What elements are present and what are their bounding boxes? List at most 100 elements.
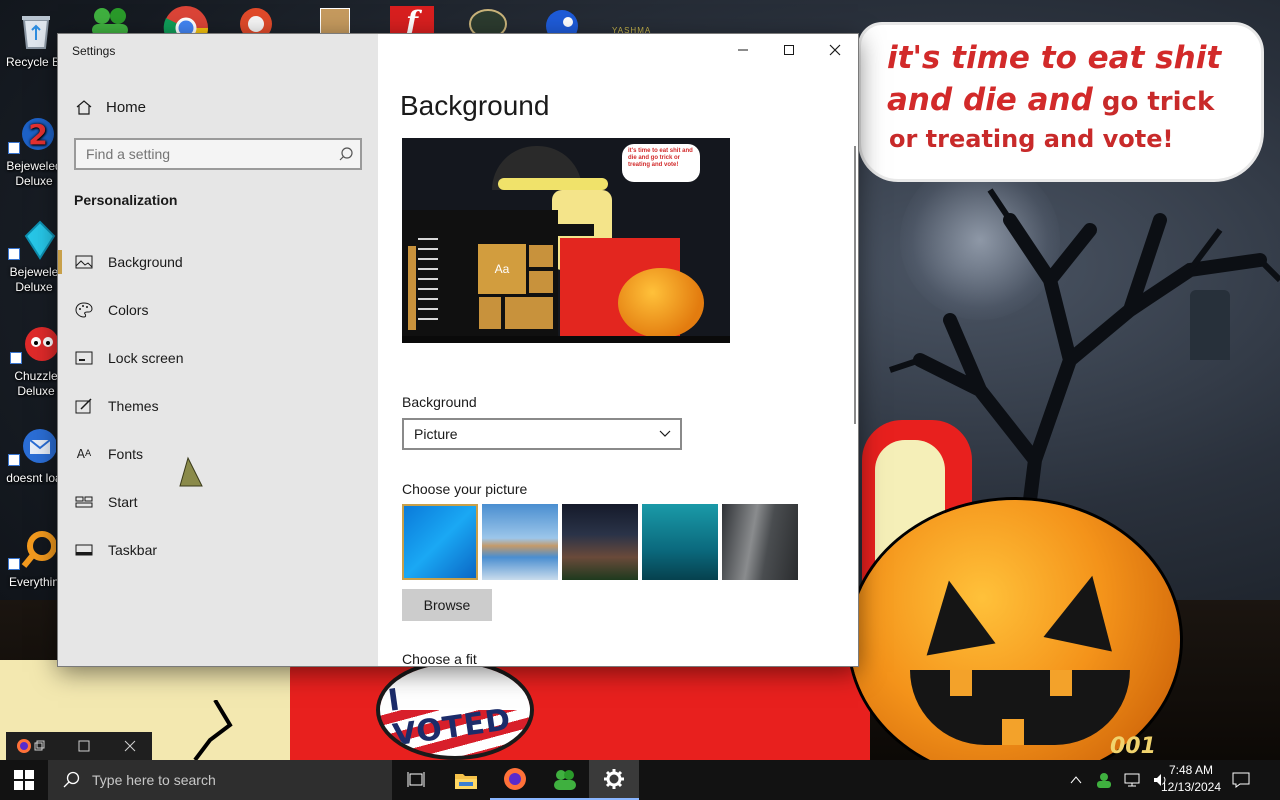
picture-thumb-night-sky[interactable] [562, 504, 638, 580]
windows-logo-icon [14, 770, 34, 790]
lock-screen-icon [74, 348, 94, 368]
close-icon[interactable] [124, 740, 136, 752]
picture-icon [74, 252, 94, 272]
content-scrollbar[interactable] [854, 146, 856, 424]
search-icon [339, 147, 353, 161]
flash-player-icon[interactable]: f [390, 6, 434, 38]
mini-window-bar[interactable] [6, 732, 152, 760]
choose-fit-label: Choose a fit [402, 651, 477, 666]
background-type-dropdown[interactable]: Picture [402, 418, 682, 450]
app-shortcut-icon[interactable] [320, 8, 350, 36]
ornate-app-icon[interactable] [466, 4, 510, 36]
vivaldi-icon[interactable] [238, 6, 274, 36]
picture-thumb-beach[interactable] [482, 504, 558, 580]
home-link[interactable]: Home [74, 96, 146, 118]
file-explorer-icon [455, 774, 477, 789]
task-view-button[interactable] [392, 760, 442, 800]
choose-picture-label: Choose your picture [402, 481, 528, 497]
svg-text:2: 2 [28, 118, 47, 151]
themes-brush-icon [74, 396, 94, 416]
preview-taskbar [402, 336, 730, 343]
firefox-icon [504, 768, 526, 790]
taskbar: Type here to search [0, 760, 1280, 800]
file-explorer-button[interactable] [441, 760, 491, 800]
settings-gear-icon [604, 769, 624, 789]
chevron-up-icon[interactable] [1070, 775, 1082, 785]
speech-line-2b: go trick [1092, 87, 1215, 117]
home-label: Home [106, 98, 147, 116]
nav-item-themes[interactable]: Themes [58, 382, 378, 430]
mouse-cursor-icon [179, 456, 203, 487]
taskbar-search-placeholder: Type here to search [92, 772, 216, 788]
settings-window: Settings Home Personalization Background… [58, 34, 858, 666]
preview-tiles: Aa [478, 244, 554, 330]
find-setting-search-box[interactable] [74, 138, 362, 170]
sonic-icon[interactable] [540, 4, 588, 36]
action-center-icon [1232, 772, 1250, 788]
nav-item-label: Colors [108, 302, 149, 318]
chevron-down-icon [659, 430, 671, 437]
speech-line-2: and die and go trick [887, 79, 1241, 123]
wallpaper-scribble [193, 700, 233, 760]
people-app-icon [554, 770, 576, 790]
start-button[interactable] [0, 760, 48, 800]
maximize-icon[interactable] [78, 740, 90, 752]
clock-date: 12/13/2024 [1160, 780, 1222, 794]
shortcut-arrow-icon [8, 558, 20, 570]
i-voted-badge: I VOTED [376, 660, 534, 760]
nav-item-background[interactable]: Background [58, 238, 378, 286]
browse-button[interactable]: Browse [402, 589, 492, 621]
task-view-icon [407, 772, 425, 787]
desktop-top-icon-row: f YASHMA [0, 0, 1280, 38]
chrome-icon[interactable] [162, 4, 210, 36]
nav-item-label: Start [108, 494, 138, 510]
restore-icon [34, 740, 45, 751]
taskbar-clock[interactable]: 7:48 AM 12/13/2024 [1158, 762, 1224, 796]
personalization-heading: Personalization [74, 192, 178, 208]
picture-thumb-underwater[interactable] [642, 504, 718, 580]
background-type-value: Picture [414, 426, 458, 442]
nav-item-fonts[interactable]: AA Fonts [58, 430, 378, 478]
people-taskbar-button[interactable] [540, 760, 590, 800]
preview-tile-aa: Aa [478, 244, 526, 294]
clock-time: 7:48 AM [1168, 763, 1214, 777]
picture-thumb-rock-cliff[interactable] [722, 504, 798, 580]
maximize-button[interactable] [766, 34, 812, 66]
nav-item-label: Taskbar [108, 542, 158, 558]
picture-thumb-windows-blue[interactable] [402, 504, 478, 580]
search-icon [63, 771, 80, 788]
network-icon[interactable] [1124, 772, 1142, 788]
minimize-icon [738, 49, 748, 51]
shortcut-arrow-icon [8, 248, 20, 260]
close-icon [829, 44, 841, 56]
preview-hatband [498, 178, 608, 190]
nav-item-colors[interactable]: Colors [58, 286, 378, 334]
people-tray-icon[interactable] [1096, 772, 1112, 788]
speech-line-1: it's time to eat shit [887, 40, 1222, 76]
window-title: Settings [72, 44, 116, 58]
minimize-button[interactable] [720, 34, 766, 66]
picture-thumbnails [402, 504, 798, 582]
maximize-icon [784, 45, 794, 55]
wallpaper-church [1190, 290, 1230, 360]
desktop-preview: it's time to eat shit and die and go tri… [402, 138, 730, 343]
nav-item-start[interactable]: Start [58, 478, 378, 526]
nav-item-label: Background [108, 254, 183, 270]
home-icon [76, 100, 92, 115]
preview-speech-bubble: it's time to eat shit and die and go tri… [622, 144, 700, 182]
start-layout-icon [74, 492, 94, 512]
taskbar-icon [74, 540, 94, 560]
find-setting-input[interactable] [76, 140, 316, 168]
nav-item-lock-screen[interactable]: Lock screen [58, 334, 378, 382]
firefox-taskbar-button[interactable] [490, 760, 540, 800]
recycle-bin-icon [22, 16, 50, 49]
close-button[interactable] [812, 34, 858, 66]
wallpaper-corner-text: 001 [1110, 734, 1156, 759]
nav-item-taskbar[interactable]: Taskbar [58, 526, 378, 574]
settings-taskbar-button[interactable] [589, 760, 639, 800]
nav-item-label: Lock screen [108, 350, 184, 366]
preview-pumpkin [618, 268, 704, 338]
page-title: Background [400, 90, 550, 121]
people-app-icon[interactable] [88, 4, 132, 36]
taskbar-search-box[interactable]: Type here to search [48, 760, 392, 800]
